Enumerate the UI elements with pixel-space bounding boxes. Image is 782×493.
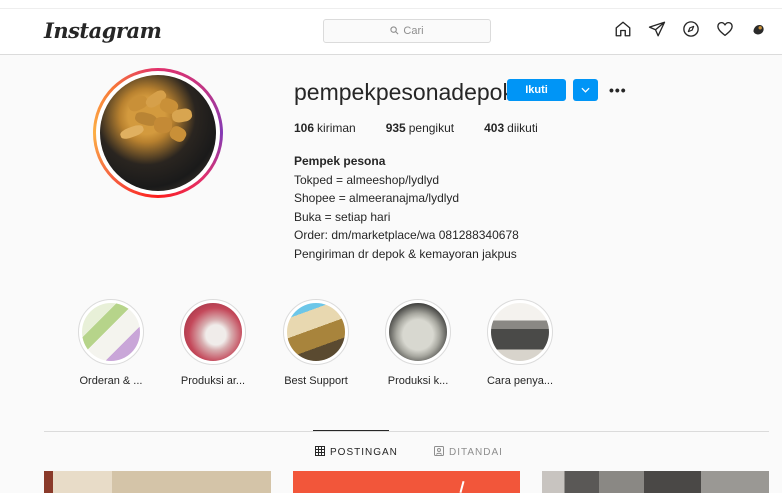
direct-icon[interactable] [648,20,666,38]
profile-username: pempekpesonadepok [294,79,514,105]
highlight-cover [287,303,345,361]
search-placeholder: Cari [403,25,424,37]
avatar-image [100,75,216,191]
highlight-label: Cara penya... [486,375,554,387]
profile-avatar-icon[interactable] [750,21,767,38]
highlight-ring [385,299,451,365]
highlight-item[interactable]: Orderan & ... [77,299,145,387]
tab-label: POSTINGAN [330,447,398,458]
tagged-icon [434,446,444,459]
highlight-ring [78,299,144,365]
tab-posts[interactable]: POSTINGAN [315,446,398,459]
bio-line: Order: dm/marketplace/wa 081288340678 [294,228,519,243]
chevron-down-icon [581,85,590,96]
profile-avatar[interactable] [93,68,223,198]
highlight-ring [283,299,349,365]
explore-icon[interactable] [682,20,700,38]
tabs-divider [44,431,769,432]
stat-posts: 106 kiriman [294,121,356,135]
bio-name: Pempek pesona [294,154,386,168]
suggestions-dropdown-button[interactable] [573,79,598,101]
avatar-inner [96,71,220,195]
post-thumbnail[interactable] [293,471,520,493]
heart-icon[interactable] [716,20,734,38]
tab-tagged[interactable]: DITANDAI [434,446,503,459]
highlight-item[interactable]: Cara penya... [486,299,554,387]
highlight-cover [491,303,549,361]
highlight-label: Orderan & ... [79,375,143,387]
profile-stats: 106 kiriman 935 pengikut 403 diikuti [294,121,538,135]
highlight-label: Produksi k... [387,375,449,387]
stat-following[interactable]: 403 diikuti [484,121,538,135]
highlight-ring [180,299,246,365]
search-icon [390,25,399,37]
top-divider [0,8,782,9]
instagram-logo[interactable]: Instagram [44,18,162,43]
follow-button[interactable]: Ikuti [507,79,566,101]
highlight-item[interactable]: Produksi ar... [179,299,247,387]
highlight-label: Produksi ar... [180,375,246,387]
home-icon[interactable] [614,20,632,38]
stat-followers[interactable]: 935 pengikut [386,121,454,135]
bio-line: Buka = setiap hari [294,209,391,224]
highlight-ring [487,299,553,365]
grid-icon [315,446,325,459]
highlight-item[interactable]: Produksi k... [384,299,452,387]
highlight-item[interactable]: Best Support [282,299,350,387]
highlight-label: Best Support [284,375,348,387]
active-tab-indicator [313,430,389,431]
tab-label: DITANDAI [449,447,503,458]
post-thumbnail[interactable] [542,471,769,493]
highlight-cover [389,303,447,361]
search-box[interactable]: Cari [323,19,491,43]
highlight-cover [82,303,140,361]
highlight-cover [184,303,242,361]
bio-line: Shopee = almeeranajma/lydlyd [294,191,460,206]
bio-line: Tokped = almeeshop/lydlyd [294,172,440,187]
profile-bio: Pempek pesona Tokped = almeeshop/lydlyd … [294,152,519,264]
top-navigation-bar: Instagram Cari [0,0,782,55]
more-options-icon[interactable]: ••• [609,82,627,98]
bio-line: Pengiriman dr depok & kemayoran jakpus [294,246,517,261]
post-thumbnail[interactable] [44,471,271,493]
